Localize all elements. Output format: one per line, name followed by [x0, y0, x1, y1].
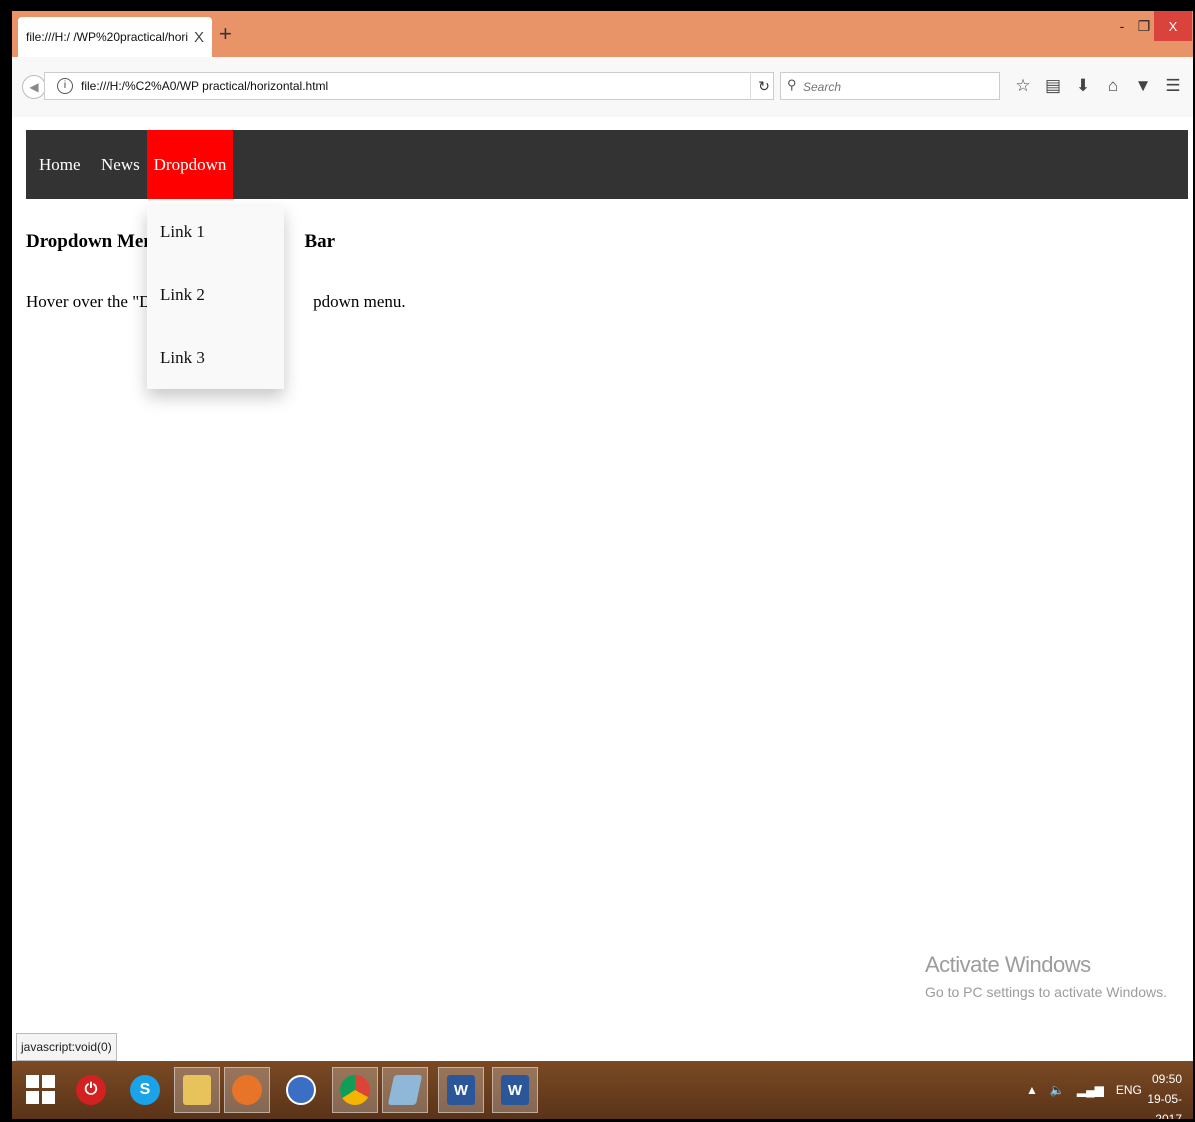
title-bar: file:///H:/ /WP%20practical/hori X + - ❐… [12, 11, 1193, 57]
start-button[interactable] [26, 1075, 56, 1105]
taskbar: ⏻ S W W ▲ 🔈 ▂▄▆ ENG 09:50 19-05-2017 [12, 1061, 1193, 1119]
address-bar[interactable]: i file:///H:/%C2%A0/WP practical/horizon… [44, 72, 774, 100]
volume-icon[interactable]: 🔈 [1050, 1083, 1065, 1097]
firefox-icon [232, 1075, 262, 1105]
page-content: Home News Dropdown Link 1 Link 2 Link 3 … [12, 117, 1193, 1061]
activate-windows-watermark: Activate Windows Go to PC settings to ac… [925, 952, 1167, 1000]
clock[interactable]: 09:50 19-05-2017 [1122, 1069, 1182, 1119]
home-icon[interactable]: ⌂ [1098, 76, 1128, 96]
navigation-toolbar: ◀ i file:///H:/%C2%A0/WP practical/horiz… [12, 57, 1193, 118]
back-arrow-icon: ◀ [29, 80, 39, 94]
reload-button[interactable]: ↻ [750, 72, 777, 100]
close-window-button[interactable]: X [1154, 11, 1192, 41]
taskbar-skype[interactable]: S [122, 1067, 168, 1113]
heading-right-text: Bar [304, 231, 336, 252]
nav-link-news[interactable]: News [101, 130, 140, 199]
skype-icon: S [130, 1075, 160, 1105]
search-icon: ⚲ [787, 77, 797, 92]
dropdown-menu: Link 1 Link 2 Link 3 [147, 206, 284, 389]
browser-window: file:///H:/ /WP%20practical/hori X + - ❐… [12, 11, 1193, 1119]
clock-date: 19-05-2017 [1147, 1092, 1182, 1119]
status-bar: javascript:void(0) [16, 1033, 117, 1061]
close-tab-icon[interactable]: X [194, 29, 204, 46]
tray-expand-icon[interactable]: ▲ [1026, 1083, 1038, 1097]
menu-icon[interactable]: ☰ [1158, 76, 1188, 96]
dropdown-link-2[interactable]: Link 2 [160, 285, 205, 305]
signal-icon[interactable]: ▂▄▆ [1077, 1083, 1104, 1097]
taskbar-word[interactable]: W [438, 1067, 484, 1113]
dropdown-link-1[interactable]: Link 1 [160, 222, 205, 242]
reload-icon: ↻ [758, 77, 770, 94]
power-icon: ⏻ [76, 1075, 106, 1105]
dropdown-link-3[interactable]: Link 3 [160, 348, 205, 368]
paragraph-right-text: pdown menu. [313, 292, 406, 311]
taskbar-media-app[interactable] [278, 1067, 324, 1113]
taskbar-app[interactable] [382, 1067, 428, 1113]
clock-time: 09:50 [1151, 1072, 1182, 1086]
new-tab-button[interactable]: + [219, 23, 232, 45]
restore-button[interactable]: ❐ [1132, 11, 1156, 41]
taskbar-firefox[interactable] [224, 1067, 270, 1113]
taskbar-word-2[interactable]: W [492, 1067, 538, 1113]
watermark-subtitle: Go to PC settings to activate Windows. [925, 984, 1167, 1000]
notes-icon [387, 1075, 423, 1105]
watermark-title: Activate Windows [925, 952, 1091, 977]
folder-icon [183, 1075, 211, 1105]
media-player-icon [286, 1075, 316, 1105]
back-button[interactable]: ◀ [22, 75, 46, 99]
bookmark-star-icon[interactable]: ☆ [1008, 76, 1038, 96]
nav-dropdown-button[interactable]: Dropdown [147, 130, 233, 199]
pocket-icon[interactable]: ▼ [1128, 76, 1158, 96]
word-icon: W [447, 1075, 475, 1105]
info-icon[interactable]: i [57, 78, 73, 94]
taskbar-file-explorer[interactable] [174, 1067, 220, 1113]
search-box[interactable]: ⚲ [780, 72, 1000, 100]
search-input[interactable] [801, 76, 995, 98]
reading-list-icon[interactable]: ▤ [1038, 76, 1068, 96]
taskbar-chrome[interactable] [332, 1067, 378, 1113]
tab-title: file:///H:/ /WP%20practical/hori [26, 30, 189, 44]
horizontal-nav-bar: Home News Dropdown [26, 130, 1188, 199]
word-icon: W [501, 1075, 529, 1105]
download-icon[interactable]: ⬇ [1068, 76, 1098, 96]
nav-link-home[interactable]: Home [39, 130, 81, 199]
chrome-icon [340, 1075, 370, 1105]
browser-tab[interactable]: file:///H:/ /WP%20practical/hori X [18, 17, 212, 57]
taskbar-power-app[interactable]: ⏻ [68, 1067, 114, 1113]
heading-left-text: Dropdown Menu [26, 231, 165, 252]
url-text: file:///H:/%C2%A0/WP practical/horizonta… [81, 79, 329, 93]
minimize-button[interactable]: - [1110, 11, 1134, 41]
toolbar-icons: ☆ ▤ ⬇ ⌂ ▼ ☰ [1008, 73, 1188, 99]
